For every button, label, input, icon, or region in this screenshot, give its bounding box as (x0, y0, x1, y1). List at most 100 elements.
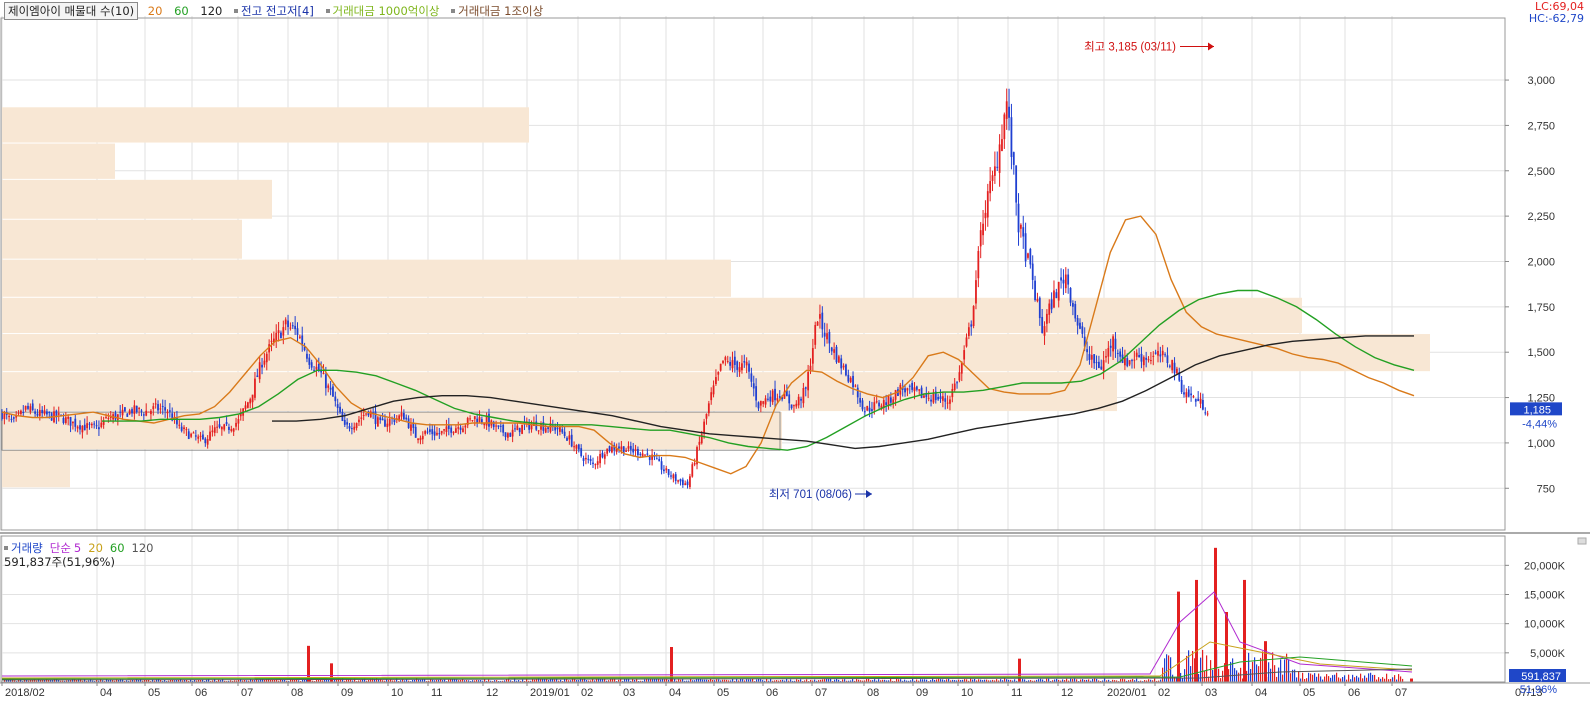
candle-body (1176, 368, 1178, 374)
candle-body (970, 324, 973, 327)
time-axis[interactable]: 2018/02 04 05 06 07 08 09 10 11 12 2019/01 02 03 04 05… (1, 682, 1543, 699)
ma-120-label[interactable]: 120 (200, 4, 222, 18)
ma-60-label[interactable]: 60 (174, 4, 189, 18)
candle-body (17, 412, 20, 414)
candle-body (324, 374, 327, 389)
vol-ma-60-label[interactable]: 60 (110, 541, 125, 555)
volume-bar (1378, 677, 1380, 682)
candle-body (440, 430, 443, 434)
candle-body (421, 435, 424, 440)
volume-bar (1324, 676, 1326, 682)
candle-body (998, 144, 1001, 173)
candle-body (811, 348, 814, 364)
candle-body (376, 417, 379, 427)
candle-body (187, 431, 190, 439)
candle-body (778, 396, 781, 398)
candle-body (407, 418, 410, 429)
volume-axis[interactable]: 5,000K 10,000K 15,000K 20,000K (1505, 560, 1566, 660)
volume-bar (1366, 677, 1368, 682)
volume-pct-text: 51,96% (1520, 684, 1558, 696)
candle-body (147, 411, 150, 413)
legend-square-icon (4, 545, 8, 550)
candle-body (797, 396, 800, 406)
candle-body (750, 373, 753, 382)
candle-body (379, 417, 382, 420)
candle-body (154, 403, 157, 405)
vol-ma-120-label[interactable]: 120 (132, 541, 154, 555)
volume-bar (1310, 673, 1312, 682)
candle-body (951, 389, 954, 398)
stock-name-box[interactable]: 제이엠아이 매물대 수(10) (4, 2, 139, 20)
candle-body (686, 481, 689, 486)
candle-body (568, 435, 571, 440)
volume-bar (1238, 672, 1240, 682)
candle-body (913, 387, 916, 392)
price-axis[interactable]: 7501,0001,2501,5001,7502,0002,2502,5002,… (1505, 75, 1555, 495)
candle-body (346, 422, 349, 425)
candle-body (1045, 313, 1048, 324)
candle-body (79, 425, 81, 430)
candle-body (365, 413, 367, 415)
volume-bar (1392, 677, 1394, 682)
candle-body (1164, 354, 1166, 356)
candle-body (620, 446, 623, 450)
x-axis-tick-label: 07 (241, 687, 253, 699)
volume-label[interactable]: 거래량 (11, 541, 43, 555)
candle-body (473, 416, 476, 420)
x-axis-tick-label: 06 (1348, 687, 1360, 699)
volume-bar (1354, 677, 1356, 682)
candle-body (741, 363, 743, 371)
legend-amount-100b[interactable]: 거래대금 1000억이상 (325, 4, 440, 18)
volume-bars (1, 547, 1413, 682)
candle-body (939, 396, 942, 399)
candle-body (12, 417, 15, 419)
candle-body (457, 427, 460, 429)
candle-body (450, 427, 453, 433)
candle-body (405, 417, 408, 420)
candle-body (462, 428, 464, 433)
volume-bar (1302, 672, 1304, 682)
candle-body (161, 405, 164, 408)
candle-body (646, 453, 649, 455)
candle-body (69, 416, 72, 426)
candle-body (218, 424, 221, 428)
volume-bar (1004, 678, 1006, 682)
volume-sma-label[interactable]: 단순 (50, 541, 71, 555)
y-axis-tick-label: 2,250 (1527, 211, 1555, 223)
candle-body (180, 426, 183, 431)
x-axis-tick-label: 2019/01 (530, 687, 570, 699)
vol-ma-20-label[interactable]: 20 (88, 541, 103, 555)
y-axis-tick-label: 2,000 (1527, 256, 1555, 268)
x-axis-tick-label: 08 (867, 687, 879, 699)
candle-body (972, 306, 975, 326)
candle-body (1185, 392, 1188, 398)
ma-20-label[interactable]: 20 (148, 4, 163, 18)
candle-body (140, 410, 143, 412)
candle-body (1086, 349, 1088, 353)
candle-body (767, 398, 769, 400)
volume-spike-bar (1195, 579, 1198, 682)
legend-amount-1t[interactable]: 거래대금 1조이상 (451, 4, 543, 18)
volume-bar (1312, 674, 1314, 682)
candle-body (1145, 357, 1148, 360)
volume-profile (2, 107, 1430, 488)
candle-body (1015, 165, 1018, 203)
candle-body (495, 425, 497, 427)
volume-spike-bar (1214, 547, 1217, 682)
candle-body (1126, 358, 1129, 367)
candle-body (518, 427, 521, 433)
volume-bar (1306, 678, 1308, 682)
volume-bar (1204, 671, 1206, 682)
stock-chart[interactable]: 7501,0001,2501,5001,7502,0002,2502,5002,… (0, 0, 1590, 713)
candle-body (996, 166, 999, 168)
candle-body (1036, 299, 1039, 302)
candle-body (150, 410, 152, 415)
vol-ma-5-label[interactable]: 5 (74, 541, 81, 555)
candle-body (485, 416, 488, 426)
candle-body (975, 280, 977, 304)
candle-body (599, 453, 601, 464)
candle-body (327, 385, 330, 388)
candle-body (358, 419, 360, 423)
candle-body (480, 419, 483, 423)
legend-prev-high-low[interactable]: 전고 전고저[4] (234, 4, 314, 18)
